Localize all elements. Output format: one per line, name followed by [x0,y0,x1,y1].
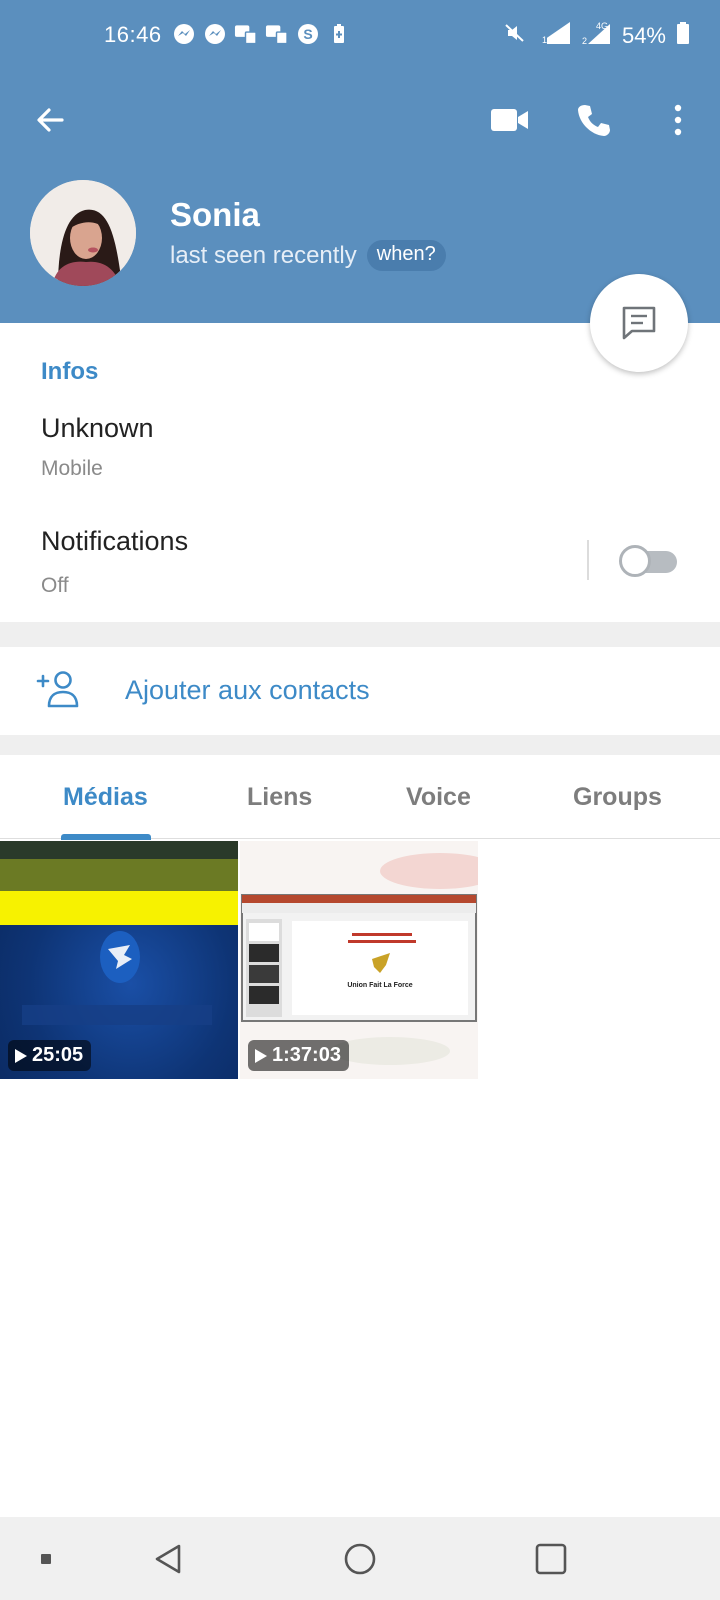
send-message-button[interactable] [590,274,688,372]
phone-value: Unknown [41,413,154,443]
video-duration: 1:37:03 [248,1040,349,1071]
profile-header: 16:46 S 1 2 4G 54% Sonia last seen recen… [0,0,720,323]
play-icon [255,1048,267,1063]
play-icon [15,1048,27,1063]
add-contact-icon [36,671,79,708]
video-camera-icon [491,109,528,131]
battery-level: 54% [621,23,666,48]
when-chip[interactable]: when? [366,240,446,271]
video-duration: 25:05 [8,1040,92,1071]
nav-extra-button[interactable] [24,1537,68,1581]
status-time: 16:46 [104,22,162,47]
notifications-toggle[interactable] [619,543,679,579]
square-recents-icon [535,1543,567,1575]
message-icon [622,306,656,340]
toggle-knob [619,545,651,577]
section-divider [0,622,720,647]
back-button[interactable] [26,96,74,144]
svg-text:S: S [303,26,312,42]
profile-name: Sonia [170,196,260,233]
add-to-contacts-label: Ajouter aux contacts [125,675,370,705]
top-app-bar [0,88,720,152]
messenger-icon [172,22,195,45]
circle-home-icon [344,1543,376,1575]
triangle-back-icon [155,1544,181,1574]
info-section-title: Infos [41,358,99,385]
voice-call-button[interactable] [570,96,618,144]
svg-text:4G: 4G [596,21,608,31]
svg-text:2: 2 [582,36,587,46]
arrow-back-icon [37,108,64,132]
phone-icon [578,105,610,136]
avatar-photo [30,180,136,286]
system-status-icons: 1 2 4G 54% [504,20,690,52]
phone-label: Mobile [41,457,103,480]
notification-icons: S [172,22,350,45]
tab-liens[interactable]: Liens [247,783,312,812]
sim-message-icon [265,22,288,45]
tab-voice[interactable]: Voice [406,783,471,812]
last-seen-text: last seen recently [170,241,357,269]
divider [587,540,589,580]
video-call-button[interactable] [486,96,534,144]
tab-medias[interactable]: Médias [63,783,148,812]
nav-home-button[interactable] [338,1537,382,1581]
tab-groups[interactable]: Groups [573,783,662,812]
svg-text:1: 1 [542,35,547,45]
mute-icon [504,22,526,50]
notifications-value: Off [41,574,69,597]
media-item[interactable]: Union Fait La Force 1:37:03 [240,841,478,1079]
status-bar: 16:46 S 1 2 4G 54% [0,0,720,70]
skype-icon: S [296,22,319,45]
sim-message-icon [234,22,257,45]
system-nav-bar [0,1517,720,1600]
svg-text:Union Fait La Force: Union Fait La Force [347,982,412,989]
nav-back-button[interactable] [146,1537,190,1581]
battery-icon [676,21,690,51]
last-seen-status: last seen recently when? [170,240,446,271]
notifications-label: Notifications [41,526,189,556]
avatar[interactable] [30,180,136,286]
media-item[interactable]: 25:05 [0,841,238,1079]
signal-4g-icon: 2 4G [582,20,612,52]
signal-icon: 1 [536,20,572,52]
active-tab-indicator [61,834,151,840]
more-options-button[interactable] [654,96,702,144]
nav-recents-button[interactable] [529,1537,573,1581]
square-dot-icon [41,1554,51,1564]
add-to-contacts-row[interactable]: Ajouter aux contacts [0,647,720,735]
messenger-icon [203,22,226,45]
section-divider [0,735,720,755]
media-tabs: Médias Liens Voice Groups [0,755,720,839]
more-vertical-icon [674,104,682,136]
battery-saver-icon [327,22,350,45]
